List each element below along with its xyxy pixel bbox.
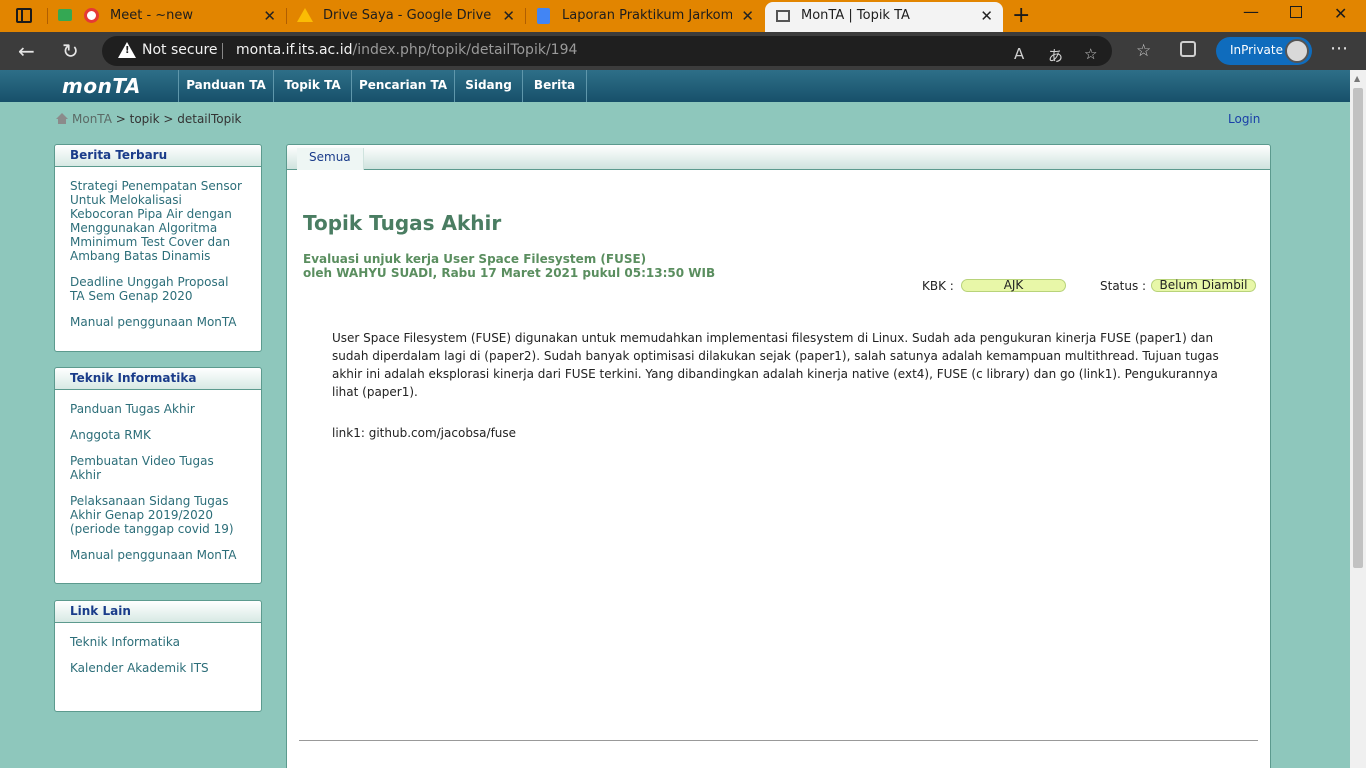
reference-link: link1: github.com/jacobsa/fuse [332, 426, 517, 440]
inprivate-button[interactable]: InPrivate [1216, 37, 1312, 65]
site-nav-bar: monTA Panduan TA Topik TA Pencarian TA S… [0, 70, 1350, 102]
inprivate-label: InPrivate [1230, 43, 1283, 57]
tab-title: MonTA | Topik TA [801, 8, 910, 23]
nav-topik-ta[interactable]: Topik TA [273, 70, 351, 102]
link-lain-list: Teknik Informatika Kalender Akademik ITS [55, 623, 261, 675]
breadcrumb-current: detailTopik [177, 112, 242, 126]
news-link[interactable]: Manual penggunaan MonTA [70, 315, 246, 329]
box-link-lain: Link Lain Teknik Informatika Kalender Ak… [54, 600, 262, 712]
sidebar-link[interactable]: Pelaksanaan Sidang Tugas Akhir Genap 201… [70, 494, 246, 536]
nav-berita[interactable]: Berita [522, 70, 587, 102]
box-berita-terbaru: Berita Terbaru Strategi Penempatan Senso… [54, 144, 262, 352]
close-icon[interactable]: ✕ [741, 7, 754, 25]
news-list: Strategi Penempatan Sensor Untuk Melokal… [55, 167, 261, 329]
url-text[interactable]: monta.if.its.ac.id/index.php/topik/detai… [236, 42, 577, 58]
refresh-icon[interactable]: ↻ [62, 39, 79, 63]
tab-meet[interactable]: Meet - ~new ✕ [48, 0, 286, 32]
box-title: Teknik Informatika [55, 368, 261, 390]
topic-title: Evaluasi unjuk kerja User Space Filesyst… [303, 252, 647, 266]
sidebar-link[interactable]: Anggota RMK [70, 428, 246, 442]
topic-description: User Space Filesystem (FUSE) digunakan u… [332, 331, 1219, 399]
record-icon [84, 8, 99, 23]
site-logo[interactable]: monTA [62, 74, 141, 98]
sidebar-link[interactable]: Panduan Tugas Akhir [70, 402, 246, 416]
close-window-icon[interactable]: ✕ [1334, 4, 1347, 23]
more-options-icon[interactable]: ⋯ [1330, 38, 1348, 59]
browser-tab-bar: Meet - ~new ✕ Drive Saya - Google Drive … [0, 0, 1366, 32]
nav-pencarian-ta[interactable]: Pencarian TA [351, 70, 454, 102]
page-title: Topik Tugas Akhir [303, 211, 502, 235]
url-path: /index.php/topik/detailTopik/194 [352, 42, 578, 58]
warning-icon[interactable]: ! [118, 42, 136, 58]
tab-drive[interactable]: Drive Saya - Google Drive ✕ [287, 0, 525, 32]
topic-byline: oleh WAHYU SUADI, Rabu 17 Maret 2021 puk… [303, 266, 716, 280]
login-link[interactable]: Login [1228, 112, 1260, 126]
address-toolbar: ← ↻ ! Not secure monta.if.its.ac.id/inde… [0, 32, 1366, 70]
sidebar-link[interactable]: Pembuatan Video Tugas Akhir [70, 454, 246, 482]
breadcrumb-topik[interactable]: topik [130, 112, 160, 126]
sidebar-link[interactable]: Teknik Informatika [70, 635, 246, 649]
status-label: Status : [1100, 279, 1147, 293]
breadcrumb-home[interactable]: MonTA [72, 112, 112, 126]
tab-title: Meet - ~new [110, 8, 194, 23]
tab-semua[interactable]: Semua [297, 148, 364, 170]
url-separator [222, 43, 223, 59]
topic-header: Evaluasi unjuk kerja User Space Filesyst… [303, 252, 715, 280]
informatika-list: Panduan Tugas Akhir Anggota RMK Pembuata… [55, 390, 261, 562]
translate-icon[interactable]: あ [1048, 45, 1063, 66]
web-page: monTA Panduan TA Topik TA Pencarian TA S… [0, 70, 1350, 768]
close-icon[interactable]: ✕ [980, 7, 993, 25]
profile-avatar [1285, 39, 1309, 63]
security-label[interactable]: Not secure [142, 42, 218, 58]
address-bar[interactable]: ! Not secure monta.if.its.ac.id/index.ph… [102, 36, 1112, 66]
read-aloud-icon[interactable]: A [1014, 45, 1024, 63]
tab-monta[interactable]: MonTA | Topik TA ✕ [765, 2, 1003, 32]
google-drive-icon [297, 8, 313, 22]
collections-icon[interactable] [1180, 41, 1196, 57]
box-title: Link Lain [55, 601, 261, 623]
breadcrumb: MonTA > topik > detailTopik [56, 112, 242, 126]
google-docs-icon [537, 8, 550, 24]
home-icon [56, 113, 68, 124]
status-badge: Belum Diambil [1151, 279, 1256, 292]
meet-icon [58, 9, 72, 21]
news-link[interactable]: Deadline Unggah Proposal TA Sem Genap 20… [70, 275, 246, 303]
tab-title: Laporan Praktikum Jarkom - Goo [562, 8, 732, 23]
close-icon[interactable]: ✕ [263, 7, 276, 25]
page-scrollbar[interactable]: ▲ [1350, 70, 1366, 768]
breadcrumb-separator: > [111, 112, 130, 126]
box-title: Berita Terbaru [55, 145, 261, 167]
tab-docs[interactable]: Laporan Praktikum Jarkom - Goo ✕ [526, 0, 764, 32]
nav-panduan-ta[interactable]: Panduan TA [178, 70, 273, 102]
box-teknik-informatika: Teknik Informatika Panduan Tugas Akhir A… [54, 367, 262, 584]
sidebar-link[interactable]: Manual penggunaan MonTA [70, 548, 246, 562]
panel-tab-header: Semua [287, 145, 1270, 170]
new-tab-icon[interactable]: + [1012, 3, 1030, 28]
topic-panel: Semua Topik Tugas Akhir Evaluasi unjuk k… [286, 144, 1271, 768]
favorites-icon[interactable]: ☆ [1136, 41, 1151, 61]
divider [299, 740, 1258, 741]
tab-actions-icon[interactable] [16, 8, 32, 23]
sidebar-link[interactable]: Kalender Akademik ITS [70, 661, 246, 675]
news-link[interactable]: Strategi Penempatan Sensor Untuk Melokal… [70, 179, 246, 263]
scrollbar-thumb[interactable] [1353, 88, 1363, 568]
page-icon [776, 10, 790, 22]
scroll-up-icon[interactable]: ▲ [1354, 74, 1360, 83]
url-host: monta.if.its.ac.id [236, 42, 353, 58]
close-icon[interactable]: ✕ [502, 7, 515, 25]
breadcrumb-separator: > [159, 112, 178, 126]
add-favorite-icon[interactable]: ☆ [1084, 45, 1097, 63]
minimize-icon[interactable]: — [1243, 2, 1259, 21]
kbk-label: KBK : [922, 279, 954, 293]
kbk-badge: AJK [961, 279, 1066, 292]
nav-sidang[interactable]: Sidang [454, 70, 522, 102]
back-icon[interactable]: ← [18, 39, 35, 63]
tab-title: Drive Saya - Google Drive [323, 8, 492, 23]
restore-icon[interactable] [1290, 6, 1302, 18]
